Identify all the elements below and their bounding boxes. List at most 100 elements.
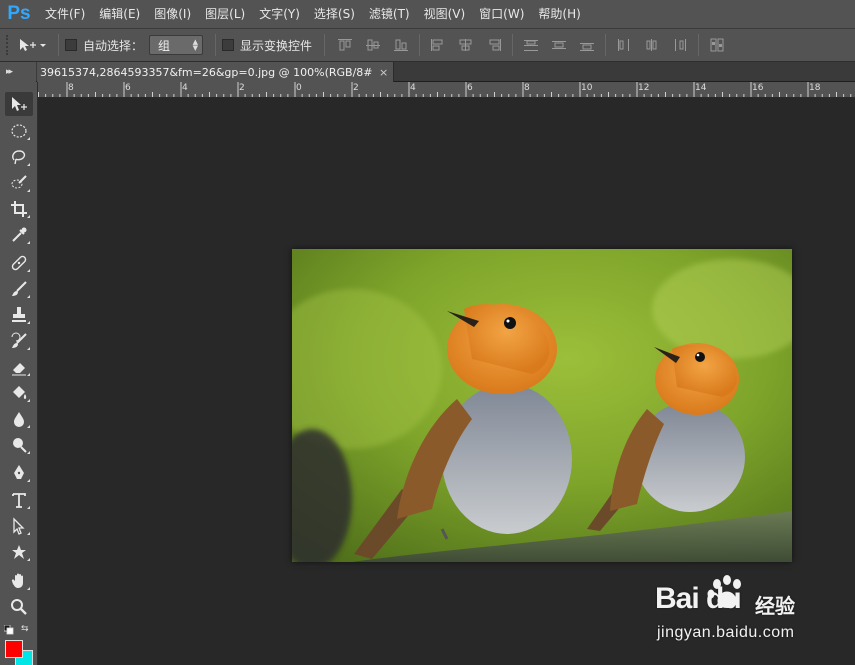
hand-tool-button[interactable]	[5, 569, 33, 593]
menu-layer[interactable]: 图层(L)	[198, 0, 252, 29]
ruler-label: 8	[68, 83, 74, 93]
custom-shape-tool-button[interactable]	[5, 540, 33, 564]
horizontal-ruler[interactable]: 8 6 4 2 0 2 4 6 8 10 12 14 16 18	[38, 82, 855, 98]
paint-bucket-tool-button[interactable]	[5, 381, 33, 405]
close-icon[interactable]: ×	[379, 66, 388, 79]
auto-select-dropdown[interactable]: 组 ▲ ▼	[149, 35, 204, 55]
align-vcenter-icon	[366, 39, 381, 51]
zoom-tool-button[interactable]	[5, 595, 33, 619]
distribute-vertical-centers-button[interactable]	[548, 35, 570, 55]
ruler-label: 2	[353, 83, 359, 93]
menu-type[interactable]: 文字(Y)	[252, 0, 307, 29]
menu-image[interactable]: 图像(I)	[147, 0, 198, 29]
align-right-icon	[489, 39, 502, 51]
eraser-tool-button[interactable]	[5, 355, 33, 379]
auto-select-label: 自动选择：	[83, 38, 144, 53]
brush-tool-button[interactable]	[5, 277, 33, 301]
swap-colors-icon[interactable]: ⇆	[21, 624, 29, 634]
dodge-tool-button[interactable]	[5, 433, 33, 457]
move-tool-button[interactable]	[5, 92, 33, 116]
menu-help[interactable]: 帮助(H)	[531, 0, 587, 29]
history-brush-tool-button[interactable]	[5, 329, 33, 353]
ruler-label: 8	[524, 83, 530, 93]
document-image[interactable]	[292, 249, 792, 562]
quick-selection-tool-button[interactable]	[5, 171, 33, 195]
ruler-label: 0	[296, 83, 302, 93]
distribute-left-button[interactable]	[613, 35, 635, 55]
divider	[605, 34, 607, 56]
distribute-top-icon	[524, 40, 539, 51]
eyedropper-tool-button[interactable]	[5, 223, 33, 247]
document-tab[interactable]: 39615374,2864593357&fm=26&gp=0.jpg @ 100…	[37, 62, 394, 82]
ruler-label: 6	[125, 83, 131, 93]
marquee-tool-button[interactable]	[5, 119, 33, 143]
menu-bar: Ps 文件(F) 编辑(E) 图像(I) 图层(L) 文字(Y) 选择(S) 滤…	[0, 0, 855, 29]
document-tab-title: 39615374,2864593357&fm=26&gp=0.jpg @ 100…	[40, 65, 373, 79]
align-top-edges-button[interactable]	[334, 35, 356, 55]
menu-select[interactable]: 选择(S)	[307, 0, 362, 29]
crop-tool-button[interactable]	[5, 197, 33, 221]
robins-photo	[292, 249, 792, 562]
menu-edit[interactable]: 编辑(E)	[92, 0, 147, 29]
distribute-top-button[interactable]	[520, 35, 542, 55]
path-selection-tool-icon	[13, 517, 25, 535]
move-tool-preset-icon	[20, 39, 46, 51]
document-tab-bar: ▸▸ 39615374,2864593357&fm=26&gp=0.jpg @ …	[0, 62, 855, 82]
blur-tool-button[interactable]	[5, 407, 33, 431]
default-colors-icon[interactable]	[4, 625, 14, 635]
distribute-hcenter-icon	[646, 39, 657, 51]
divider	[419, 34, 421, 56]
lasso-tool-button[interactable]	[5, 145, 33, 169]
ruler-ticks	[38, 82, 852, 97]
menu-filter[interactable]: 滤镜(T)	[362, 0, 417, 29]
foreground-color-swatch[interactable]	[5, 640, 23, 658]
type-tool-icon	[12, 493, 26, 508]
move-tool-icon	[12, 97, 27, 111]
menu-file[interactable]: 文件(F)	[38, 0, 92, 29]
path-selection-tool-button[interactable]	[5, 514, 33, 538]
hand-tool-icon	[11, 573, 23, 588]
pen-tool-button[interactable]	[5, 461, 33, 485]
distribute-vcenter-icon	[552, 41, 567, 49]
ruler-label: 4	[182, 83, 188, 93]
watermark-brand-cn: 经验	[755, 594, 795, 618]
align-bottom-edges-button[interactable]	[390, 35, 412, 55]
baidu-jingyan-watermark: Bai du 经验 jingyan.baidu.com	[655, 570, 835, 650]
menu-window[interactable]: 窗口(W)	[472, 0, 531, 29]
auto-select-checkbox[interactable]	[65, 39, 77, 51]
menu-view[interactable]: 视图(V)	[417, 0, 473, 29]
clone-stamp-tool-button[interactable]	[5, 303, 33, 327]
blur-tool-icon	[14, 412, 24, 427]
align-right-edges-button[interactable]	[483, 35, 505, 55]
auto-align-layers-button[interactable]	[706, 35, 728, 55]
show-transform-checkbox[interactable]	[222, 39, 235, 51]
dodge-tool-icon	[13, 438, 27, 453]
align-vertical-centers-button[interactable]	[362, 35, 384, 55]
align-buttons	[331, 34, 731, 56]
distribute-bottom-icon	[580, 43, 595, 51]
divider	[215, 34, 217, 56]
distribute-bottom-button[interactable]	[576, 35, 598, 55]
dropdown-arrows-icon: ▲ ▼	[192, 38, 199, 52]
watermark-url: jingyan.baidu.com	[657, 624, 795, 641]
ruler-label: 2	[239, 83, 245, 93]
photoshop-window: Ps 文件(F) 编辑(E) 图像(I) 图层(L) 文字(Y) 选择(S) 滤…	[0, 0, 855, 665]
align-left-edges-button[interactable]	[427, 35, 449, 55]
brush-tool-icon	[12, 281, 27, 296]
divider	[512, 34, 514, 56]
collapse-panels-icon[interactable]: ▸▸	[0, 62, 36, 82]
options-bar: 自动选择： 组 ▲ ▼ 显示变换控件	[0, 29, 855, 62]
align-horizontal-centers-button[interactable]	[455, 35, 477, 55]
healing-brush-tool-icon	[11, 255, 27, 271]
distribute-right-icon	[675, 39, 687, 51]
distribute-horizontal-centers-button[interactable]	[641, 35, 663, 55]
healing-brush-tool-button[interactable]	[5, 251, 33, 275]
zoom-tool-icon	[11, 599, 27, 615]
ruler-label: 14	[695, 83, 707, 93]
ps-logo: Ps	[7, 3, 31, 24]
auto-select-value: 组	[158, 38, 171, 53]
type-tool-button[interactable]	[5, 488, 33, 512]
tool-preset-picker[interactable]	[12, 34, 52, 56]
paw-icon	[707, 575, 741, 608]
distribute-right-button[interactable]	[669, 35, 691, 55]
